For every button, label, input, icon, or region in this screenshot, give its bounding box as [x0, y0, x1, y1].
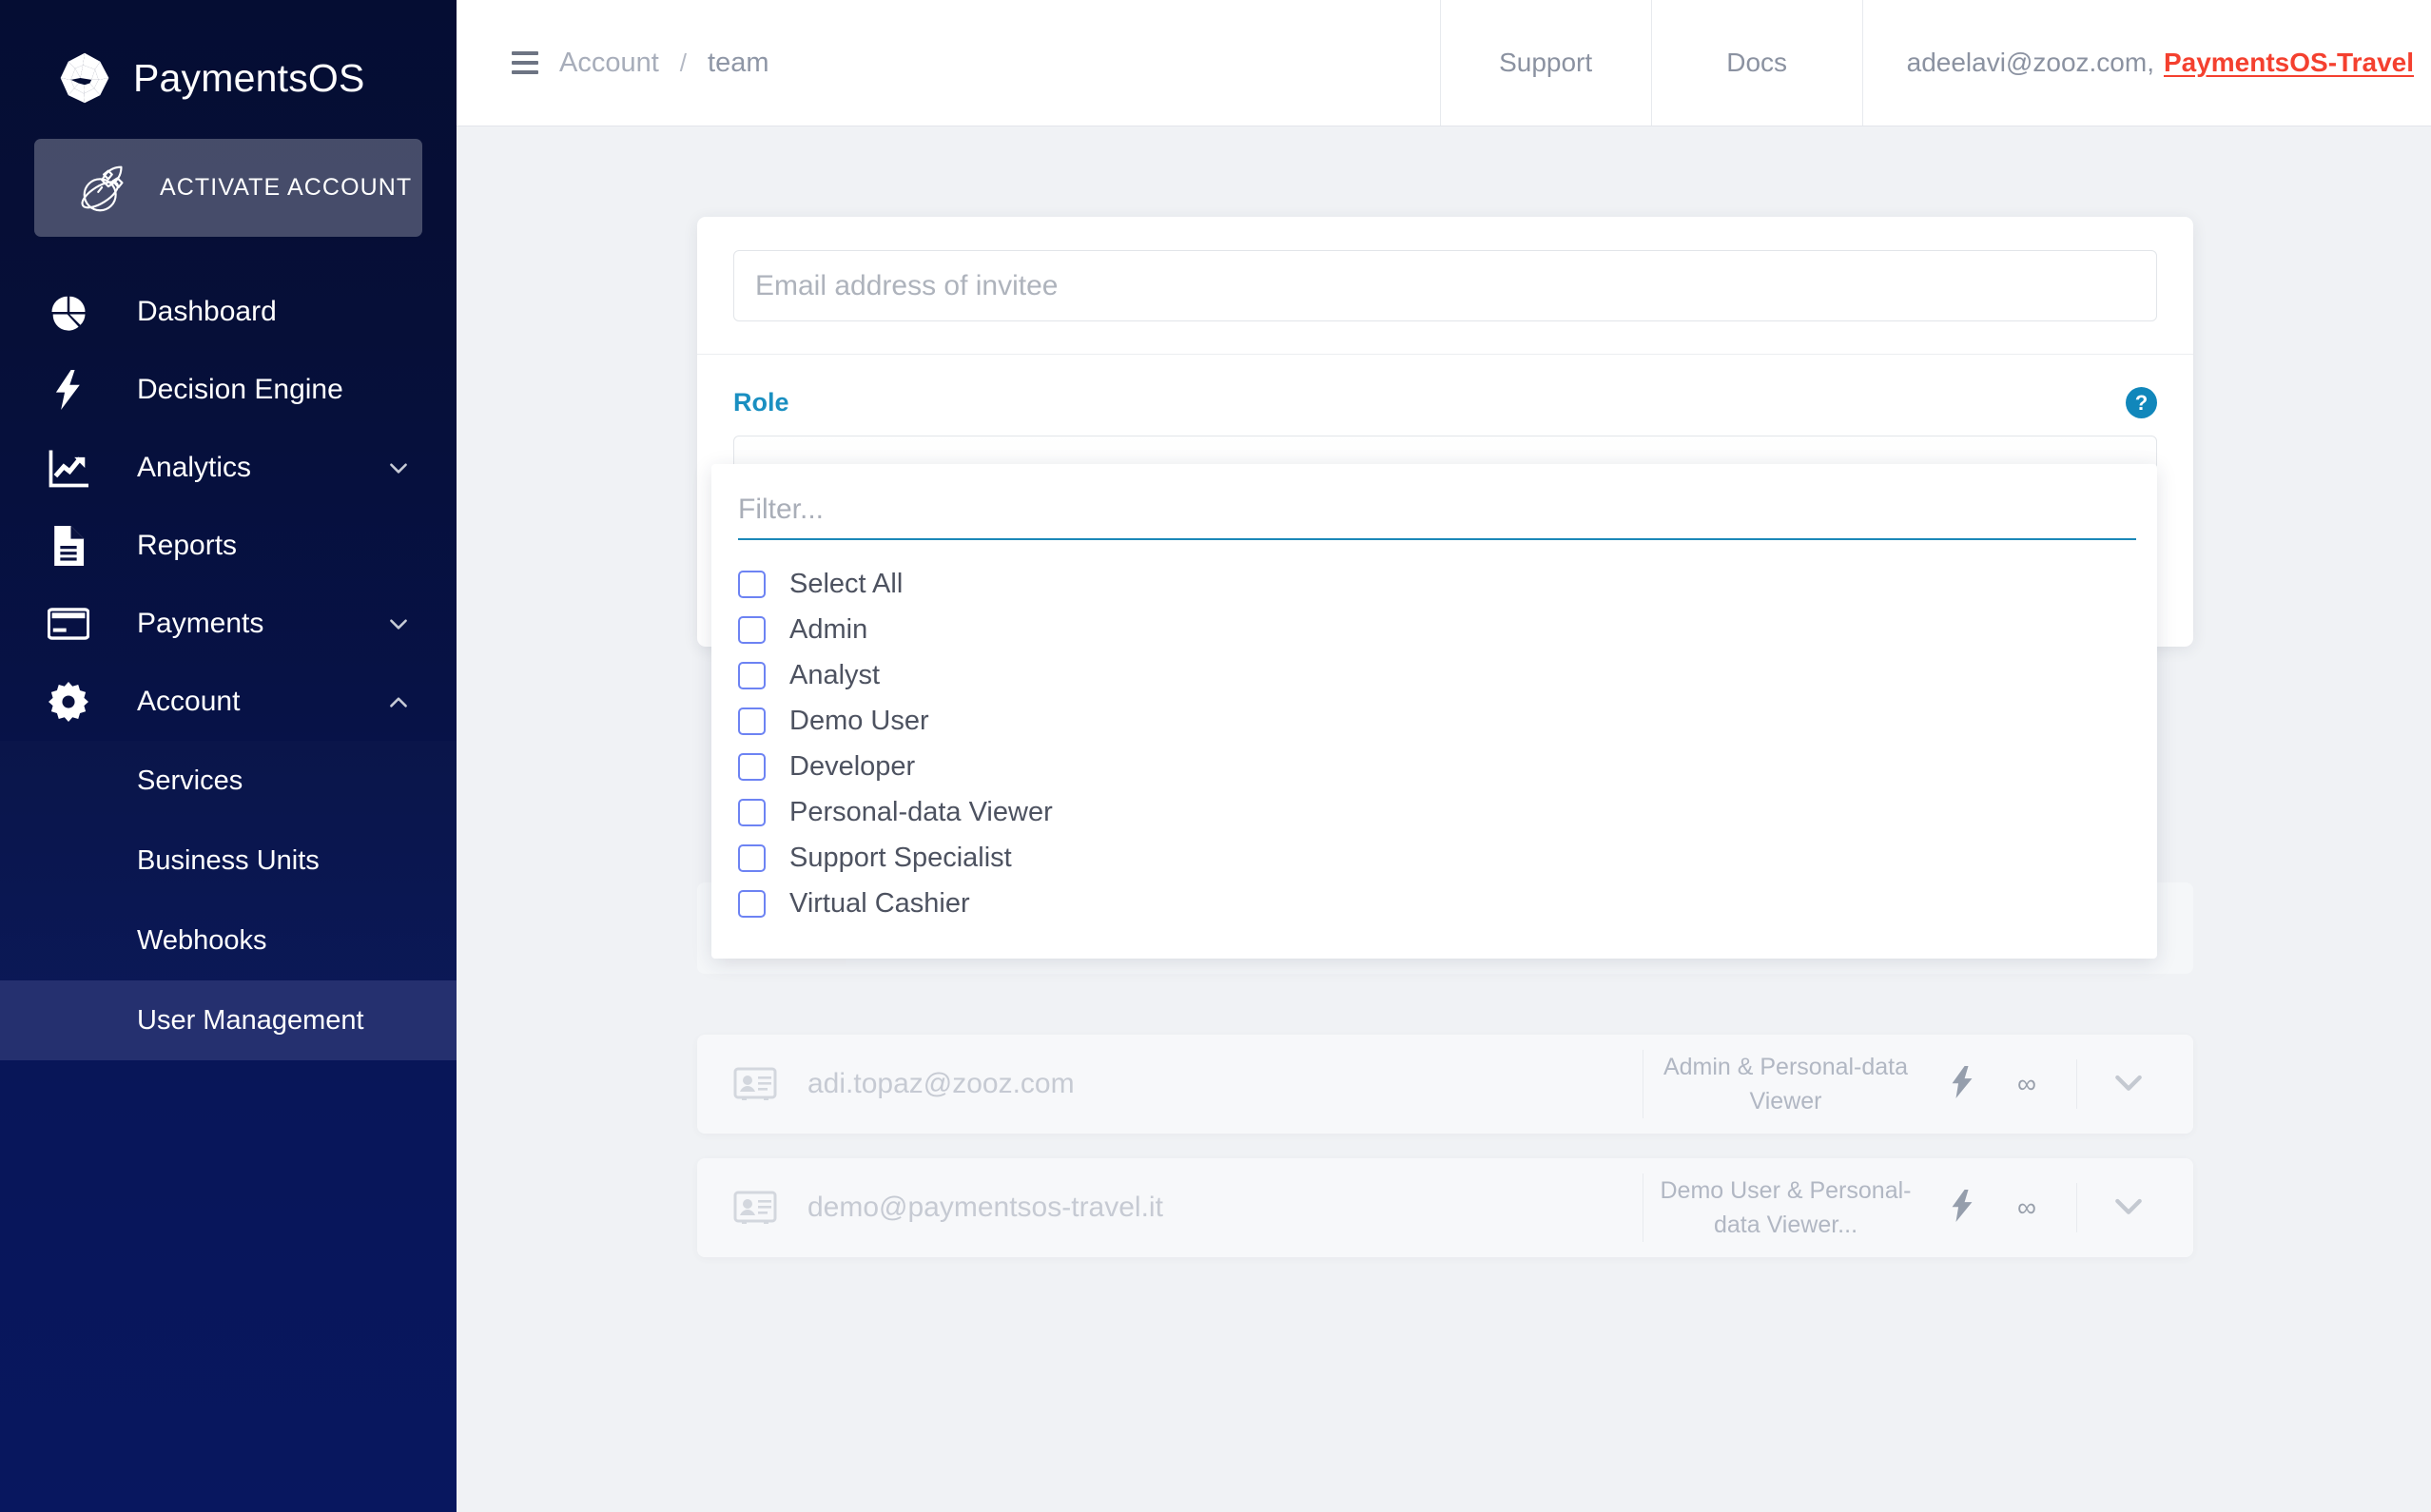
sidebar-item-services[interactable]: Services	[0, 741, 457, 821]
brand-header: PaymentsOS	[0, 0, 457, 114]
row-divider	[2076, 1183, 2077, 1232]
user-email: adeelavi@zooz.com,	[1906, 48, 2154, 77]
lightning-bolt-icon[interactable]	[1951, 1189, 1975, 1227]
brand-name: PaymentsOS	[133, 55, 365, 100]
top-header-bar: Account / team Support Docs adeelavi@zoo…	[457, 0, 2431, 126]
main-content: Role ? adi.topaz@zoo	[457, 126, 2431, 1512]
lightning-bolt-icon	[42, 370, 95, 410]
invitee-email-input[interactable]	[733, 250, 2157, 321]
checkbox-icon[interactable]	[738, 889, 766, 918]
role-option-analyst[interactable]: Analyst	[711, 652, 2157, 698]
account-sub-nav: Services Business Units Webhooks User Ma…	[0, 741, 457, 1060]
role-label: Role	[733, 388, 789, 417]
sidebar-item-payments[interactable]: Payments	[0, 585, 457, 663]
lightning-bolt-icon[interactable]	[1951, 1065, 1975, 1103]
checkbox-icon[interactable]	[738, 615, 766, 644]
pie-chart-icon	[42, 293, 95, 331]
sidebar: PaymentsOS ACTIVATE ACCOUNT Dashboard De…	[0, 0, 457, 1512]
sidebar-item-reports[interactable]: Reports	[0, 507, 457, 585]
role-option-virtual-cashier[interactable]: Virtual Cashier	[711, 881, 2157, 926]
role-option-label: Personal-data Viewer	[789, 796, 1053, 827]
table-row[interactable]: adi.topaz@zooz.com Admin & Personal-data…	[697, 1035, 2193, 1134]
role-option-label: Demo User	[789, 705, 929, 736]
role-option-label: Select All	[789, 568, 904, 599]
user-roles-cell: Admin & Personal-data Viewer	[1643, 1050, 1928, 1118]
role-option-admin[interactable]: Admin	[711, 607, 2157, 652]
sidebar-item-label: Dashboard	[137, 296, 277, 327]
filter-wrapper	[711, 485, 2157, 540]
user-roles-cell: Demo User & Personal-data Viewer...	[1643, 1173, 1928, 1242]
role-option-label: Support Specialist	[789, 842, 1012, 873]
role-option-demo-user[interactable]: Demo User	[711, 698, 2157, 744]
breadcrumb-parent[interactable]: Account	[559, 48, 659, 79]
sidebar-item-account[interactable]: Account	[0, 663, 457, 741]
infinity-icon[interactable]: ∞	[2008, 1069, 2046, 1099]
sidebar-item-dashboard[interactable]: Dashboard	[0, 273, 457, 351]
breadcrumb-separator: /	[679, 48, 688, 77]
sidebar-item-decision-engine[interactable]: Decision Engine	[0, 351, 457, 429]
breadcrumb-current: team	[708, 47, 769, 78]
table-row[interactable]: demo@paymentsos-travel.it Demo User & Pe…	[697, 1158, 2193, 1257]
role-option-support-specialist[interactable]: Support Specialist	[711, 835, 2157, 881]
role-dropdown-panel: Select All Admin Analyst Demo User Devel…	[711, 464, 2157, 959]
sidebar-item-label: Account	[137, 686, 241, 717]
chevron-up-icon	[386, 689, 411, 714]
checkbox-icon[interactable]	[738, 707, 766, 735]
checkbox-icon[interactable]	[738, 752, 766, 781]
sidebar-item-analytics[interactable]: Analytics	[0, 429, 457, 507]
checkbox-icon[interactable]	[738, 661, 766, 689]
invite-email-row	[697, 217, 2193, 355]
role-option-label: Virtual Cashier	[789, 887, 970, 919]
checkbox-icon[interactable]	[738, 798, 766, 826]
sidebar-item-label: Decision Engine	[137, 374, 343, 405]
role-option-developer[interactable]: Developer	[711, 744, 2157, 789]
infinity-icon[interactable]: ∞	[2008, 1192, 2046, 1223]
user-email-cell: adi.topaz@zooz.com	[807, 1068, 1075, 1099]
account-info: adeelavi@zooz.com, PaymentsOS-Travel	[1863, 0, 2431, 126]
paymentsos-polygon-logo-icon	[57, 50, 112, 106]
sidebar-item-label: Payments	[137, 608, 264, 639]
role-option-personal-data-viewer[interactable]: Personal-data Viewer	[711, 789, 2157, 835]
role-option-label: Analyst	[789, 659, 881, 690]
role-label-row: Role ?	[733, 387, 2157, 418]
chevron-down-icon[interactable]	[2110, 1063, 2148, 1106]
rocket-planet-icon	[76, 159, 135, 218]
organization-link[interactable]: PaymentsOS-Travel	[2164, 48, 2414, 78]
sidebar-item-user-management[interactable]: User Management	[0, 980, 457, 1060]
checkbox-icon[interactable]	[738, 843, 766, 872]
chevron-down-icon	[386, 456, 411, 480]
sidebar-item-label: Reports	[137, 530, 238, 561]
activate-account-button[interactable]: ACTIVATE ACCOUNT	[34, 139, 422, 237]
document-icon	[42, 526, 95, 566]
question-mark-icon[interactable]: ?	[2126, 387, 2157, 418]
sidebar-item-business-units[interactable]: Business Units	[0, 821, 457, 901]
chevron-down-icon[interactable]	[2110, 1187, 2148, 1230]
trend-chart-icon	[42, 448, 95, 488]
role-option-list: Select All Admin Analyst Demo User Devel…	[711, 540, 2157, 926]
id-card-icon	[733, 1190, 777, 1226]
breadcrumb: Account / team	[457, 0, 1441, 126]
credit-card-icon	[42, 608, 95, 640]
activate-account-label: ACTIVATE ACCOUNT	[160, 174, 413, 201]
gear-icon	[42, 682, 95, 722]
role-filter-input[interactable]	[738, 485, 2136, 540]
row-divider	[2076, 1059, 2077, 1109]
docs-link[interactable]: Docs	[1652, 0, 1863, 126]
id-card-icon	[733, 1066, 777, 1102]
sidebar-item-label: Analytics	[137, 452, 252, 483]
sidebar-nav: Dashboard Decision Engine Analytics Repo…	[0, 273, 457, 1060]
checkbox-icon[interactable]	[738, 570, 766, 598]
role-option-label: Developer	[789, 750, 916, 782]
support-link[interactable]: Support	[1441, 0, 1652, 126]
sidebar-item-webhooks[interactable]: Webhooks	[0, 901, 457, 980]
chevron-down-icon	[386, 611, 411, 636]
role-option-label: Admin	[789, 613, 868, 645]
hamburger-icon[interactable]	[512, 51, 538, 74]
user-email-cell: demo@paymentsos-travel.it	[807, 1192, 1163, 1223]
role-option-select-all[interactable]: Select All	[711, 561, 2157, 607]
